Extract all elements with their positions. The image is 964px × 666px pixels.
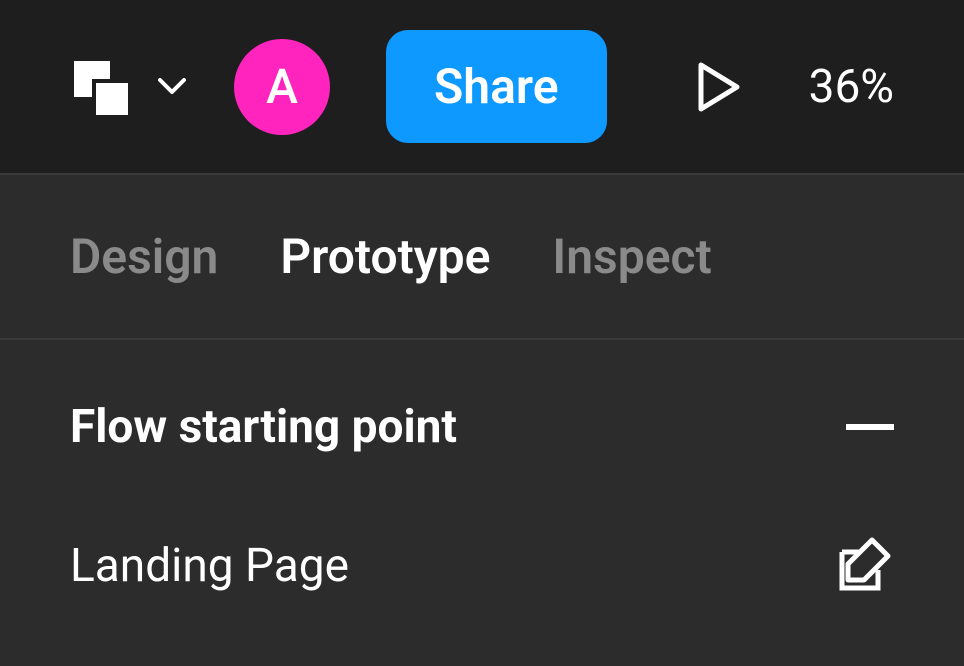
flow-row: Landing Page (70, 536, 894, 596)
avatar[interactable]: A (234, 39, 330, 135)
figma-logo-icon[interactable] (70, 57, 130, 117)
avatar-initial: A (266, 58, 298, 115)
remove-icon[interactable] (846, 424, 894, 430)
share-button[interactable]: Share (386, 30, 607, 143)
chevron-down-icon[interactable] (158, 78, 186, 96)
section-title: Flow starting point (70, 400, 457, 454)
tabs: Design Prototype Inspect (0, 175, 964, 340)
prototype-panel: Flow starting point Landing Page (0, 340, 964, 666)
edit-icon[interactable] (834, 536, 894, 596)
toolbar: A Share 36% (0, 0, 964, 175)
tab-design[interactable]: Design (70, 228, 218, 285)
section-header: Flow starting point (70, 400, 894, 454)
tab-prototype[interactable]: Prototype (280, 228, 490, 285)
zoom-level[interactable]: 36% (809, 60, 894, 114)
play-icon[interactable] (697, 61, 741, 113)
flow-name[interactable]: Landing Page (70, 539, 349, 593)
tab-inspect[interactable]: Inspect (552, 228, 711, 285)
